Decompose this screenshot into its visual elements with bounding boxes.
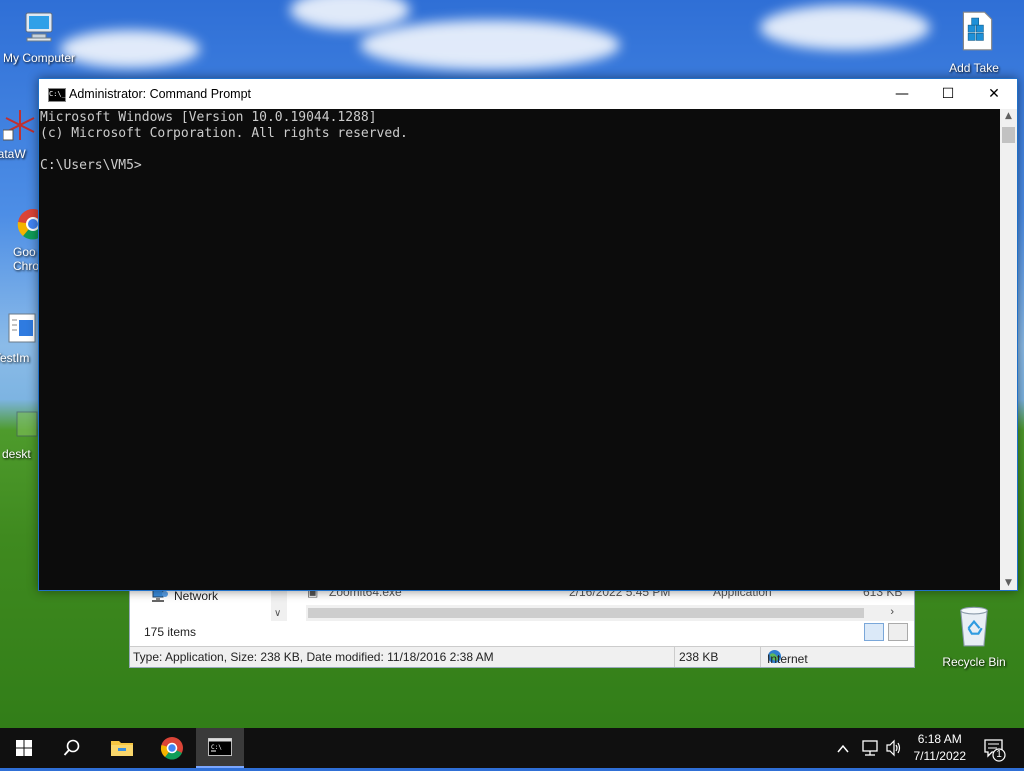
taskbar-chrome[interactable]: [148, 728, 196, 768]
status-size: 238 KB: [679, 650, 719, 664]
windows-logo-icon: [16, 740, 32, 756]
network-tray-button[interactable]: [860, 728, 884, 768]
desktop-icon-label: My Computer: [2, 51, 76, 65]
cmd-icon: C:\: [208, 738, 232, 756]
installer-icon: [962, 11, 993, 51]
start-button[interactable]: [0, 728, 48, 768]
cloud: [360, 20, 620, 70]
cloud: [290, 0, 410, 30]
console-line: Microsoft Windows [Version 10.0.19044.12…: [40, 110, 377, 125]
recycle-bin-icon: [960, 606, 988, 647]
scroll-up-arrow-icon[interactable]: ▲: [1000, 111, 1017, 121]
taskbar-file-explorer[interactable]: [98, 728, 146, 768]
taskbar: C:\ 6:18 AM 7/11/2022 1: [0, 728, 1024, 768]
chrome-icon: [160, 737, 183, 760]
view-switcher[interactable]: [864, 623, 908, 641]
desktop-icon-label: Add Take: [949, 61, 999, 75]
file-list-horizontal-scrollbar[interactable]: ›: [306, 605, 914, 621]
desktop-icon-label: Recycle Bin: [942, 655, 1006, 669]
computer-icon: [25, 12, 53, 42]
desktop-icon-recycle-bin[interactable]: Recycle Bin: [936, 604, 1012, 669]
document-app-icon: [8, 313, 36, 343]
console-prompt[interactable]: C:\Users\VM5>: [40, 158, 1000, 174]
details-view-icon[interactable]: [864, 623, 884, 641]
large-icons-view-icon[interactable]: [888, 623, 908, 641]
scroll-down-arrow-icon[interactable]: ▼: [1000, 578, 1017, 588]
chevron-right-icon[interactable]: ›: [890, 606, 894, 618]
file-explorer-window[interactable]: Network ∨ ▣ Zoomit64.exe 2/16/2022 5:45 …: [129, 582, 915, 668]
taskbar-clock[interactable]: 6:18 AM 7/11/2022: [914, 731, 967, 765]
search-button[interactable]: [48, 728, 96, 768]
window-title: Administrator: Command Prompt: [69, 87, 252, 101]
cmd-app-icon: C:\_: [48, 88, 66, 102]
close-button[interactable]: ✕: [971, 79, 1017, 109]
network-icon: [152, 589, 168, 602]
network-icon: [862, 740, 878, 756]
item-count: 175 items: [144, 625, 197, 639]
status-zone-label: Internet: [767, 652, 808, 666]
clock-time: 6:18 AM: [917, 732, 962, 746]
chevron-down-icon[interactable]: ∨: [274, 608, 281, 619]
status-bar: Type: Application, Size: 238 KB, Date mo…: [130, 646, 914, 667]
scrollbar-thumb[interactable]: [1002, 127, 1015, 143]
notification-count: 1: [996, 749, 1002, 760]
folder-icon: [111, 741, 133, 756]
maximize-button[interactable]: ☐: [925, 79, 971, 109]
desktop-icon-my-computer[interactable]: My Computer: [1, 10, 77, 65]
search-icon: [63, 739, 80, 756]
nav-item-label: Network: [174, 589, 219, 603]
console-line: (c) Microsoft Corporation. All rights re…: [40, 126, 408, 141]
nav-item-network[interactable]: Network: [152, 589, 218, 603]
speaker-icon: [886, 739, 901, 757]
svg-text:C:\: C:\: [211, 744, 222, 751]
desktop-icon-add-take[interactable]: Add Take: [936, 8, 1012, 75]
status-zone: Internet: [767, 649, 808, 666]
snowflake-app-icon: [2, 110, 35, 141]
minimize-button[interactable]: —: [879, 79, 925, 109]
title-bar[interactable]: C:\_ Administrator: Command Prompt — ☐ ✕: [39, 79, 1017, 109]
cloud: [760, 5, 930, 50]
taskbar-command-prompt[interactable]: C:\: [196, 728, 244, 768]
show-hidden-icons-button[interactable]: [836, 728, 856, 768]
divider: [760, 647, 761, 667]
cloud: [60, 30, 200, 68]
clock-date: 7/11/2022: [913, 749, 967, 763]
action-center-button[interactable]: 1: [980, 728, 1010, 768]
command-prompt-window[interactable]: C:\_ Administrator: Command Prompt — ☐ ✕…: [38, 78, 1018, 591]
vertical-scrollbar[interactable]: ▲ ▼: [1000, 109, 1017, 590]
console-output[interactable]: Microsoft Windows [Version 10.0.19044.12…: [39, 109, 1000, 590]
chevron-up-icon: [837, 744, 849, 753]
volume-tray-button[interactable]: [884, 728, 908, 768]
divider: [674, 647, 675, 667]
status-text: Type: Application, Size: 238 KB, Date mo…: [133, 650, 494, 664]
scrollbar-thumb[interactable]: [308, 608, 864, 618]
notification-icon: [984, 739, 1006, 762]
